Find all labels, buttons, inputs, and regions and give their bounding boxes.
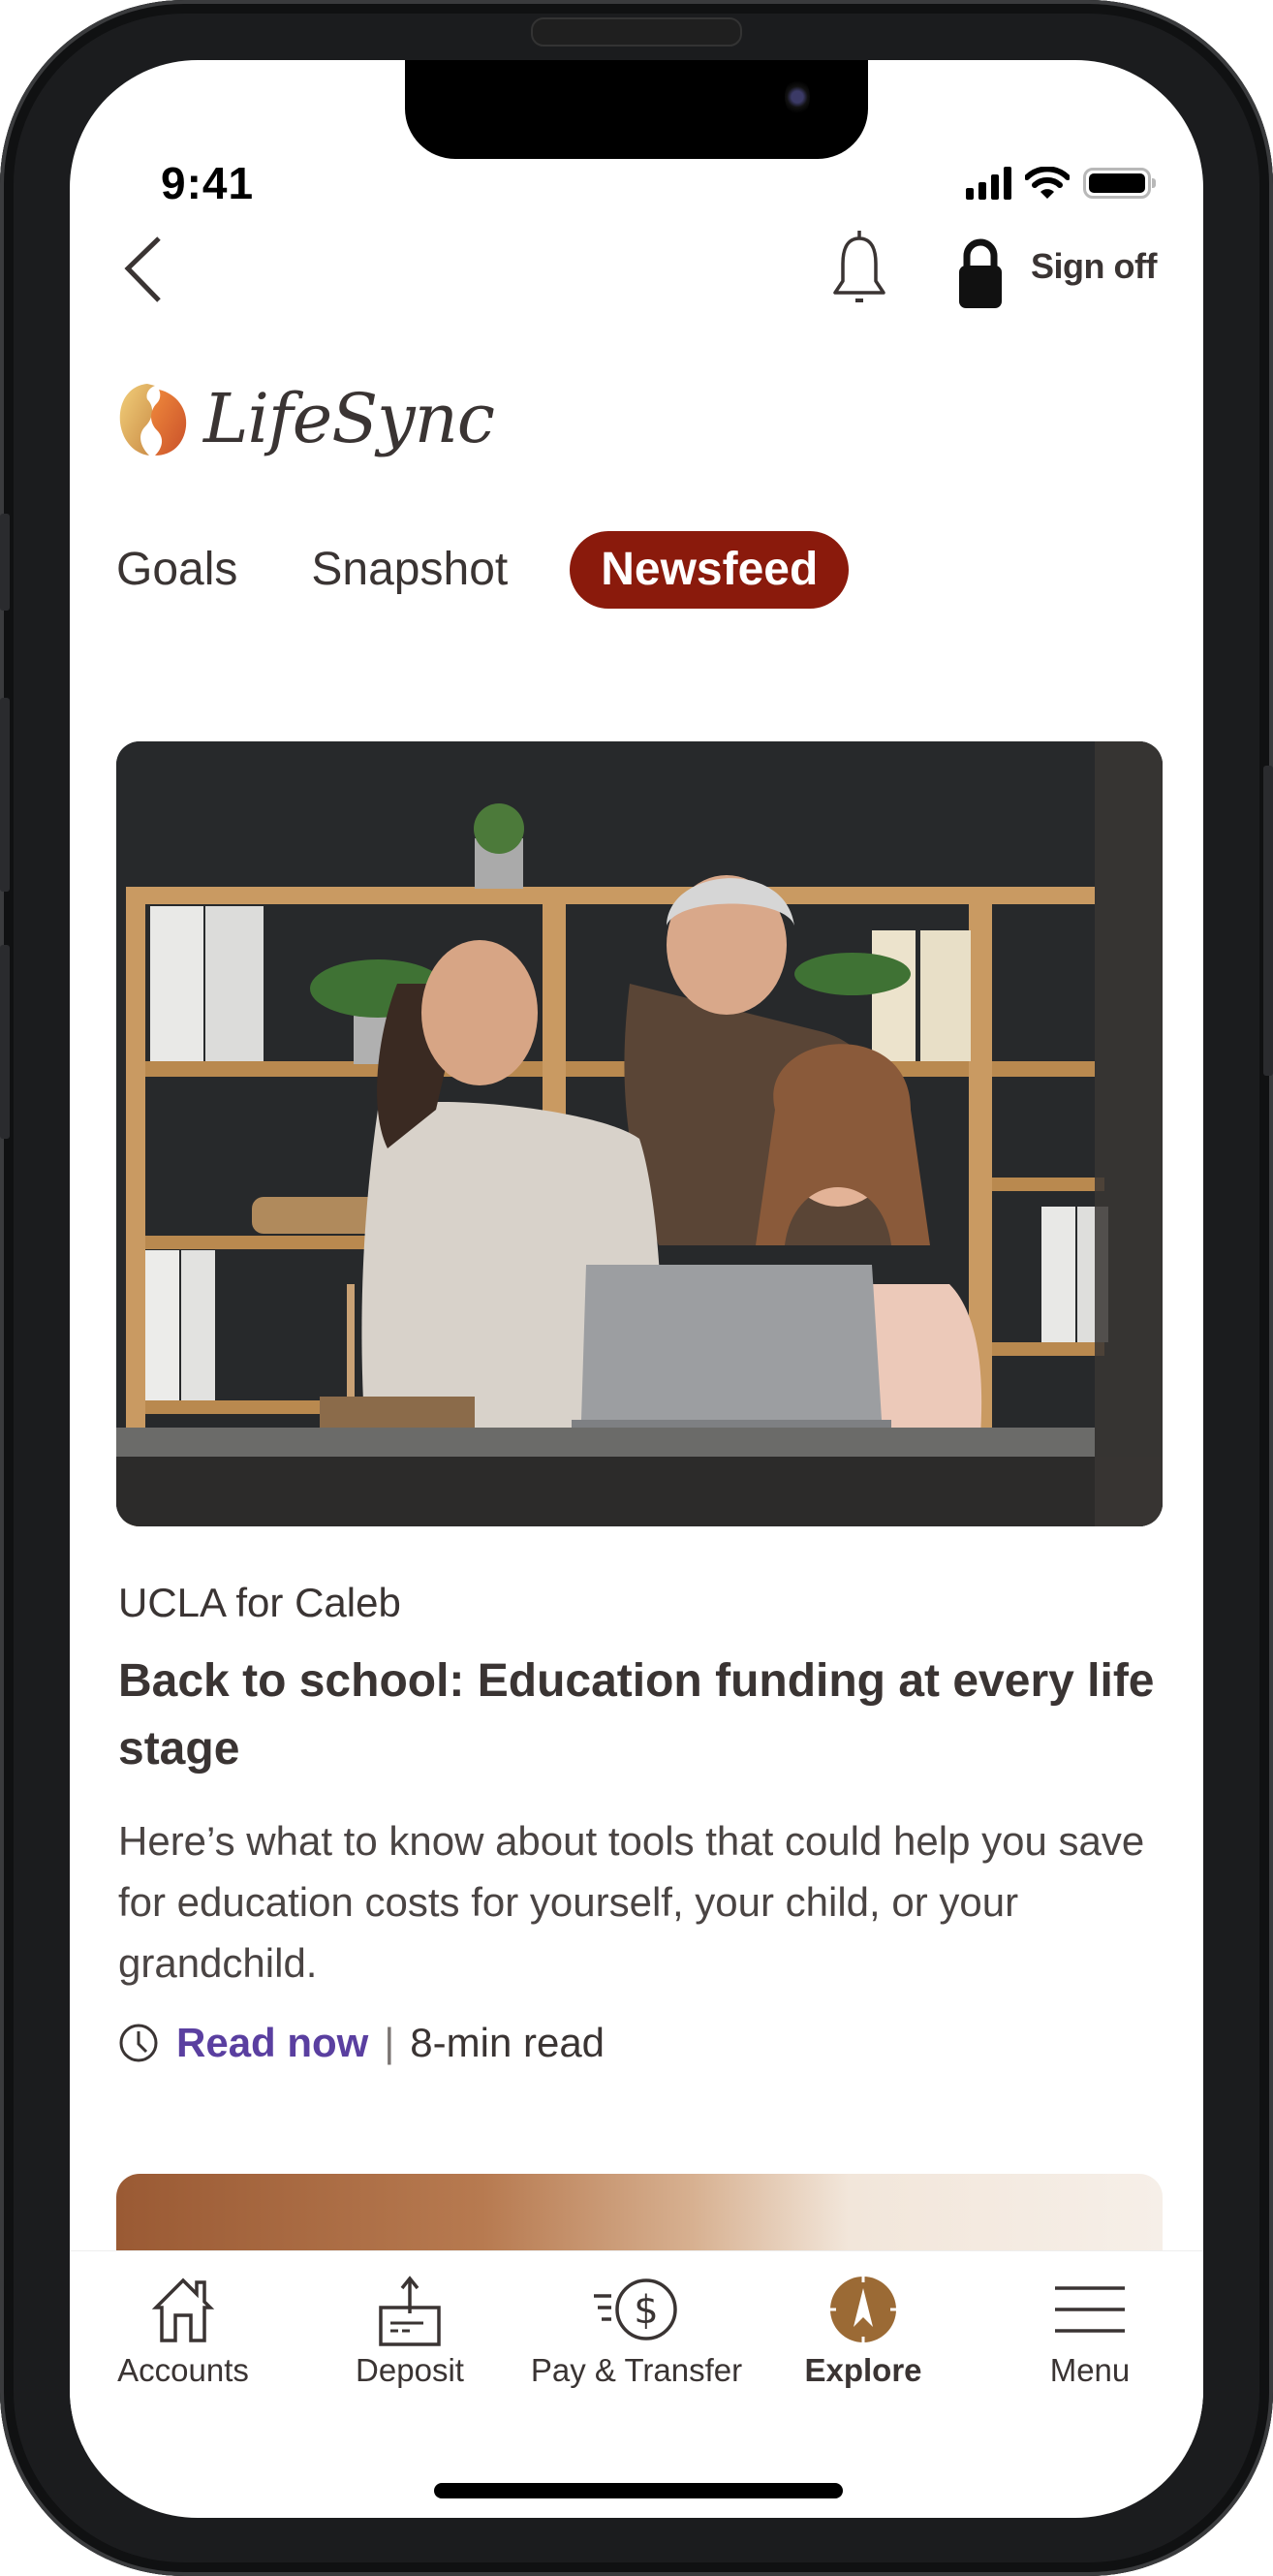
compass-icon	[830, 2277, 896, 2342]
phone-frame: 9:41 Sign off LifeSync Goals Snapshot Ne…	[0, 0, 1273, 2576]
wifi-icon	[1025, 167, 1070, 199]
nav-accounts[interactable]: Accounts	[70, 2251, 296, 2445]
power-button	[1263, 766, 1273, 1076]
sign-off-label[interactable]: Sign off	[1031, 246, 1157, 287]
lifesync-logo-icon	[119, 384, 187, 456]
nav-pay-transfer[interactable]: $ Pay & Transfer	[523, 2251, 750, 2445]
read-now-link[interactable]: Read now	[176, 2020, 368, 2066]
nav-menu-label: Menu	[1049, 2352, 1131, 2388]
tab-goals[interactable]: Goals	[116, 531, 237, 609]
volume-up-button	[0, 698, 10, 892]
tab-newsfeed[interactable]: Newsfeed	[570, 531, 850, 609]
volume-down-button	[0, 945, 10, 1139]
battery-icon	[1083, 168, 1156, 199]
sign-off-button[interactable]	[951, 233, 1009, 312]
nav-deposit[interactable]: Deposit	[296, 2251, 523, 2445]
article-meta: Read now | 8-min read	[118, 2020, 605, 2066]
article-photo	[116, 741, 1163, 1526]
nav-deposit-label: Deposit	[356, 2352, 464, 2388]
read-time: 8-min read	[410, 2020, 605, 2065]
brand-name: LifeSync	[203, 379, 495, 458]
tab-bar: Goals Snapshot Newsfeed	[116, 531, 922, 609]
next-article-image[interactable]	[116, 2174, 1163, 2251]
article-eyebrow: UCLA for Caleb	[118, 1580, 401, 1625]
lock-icon	[959, 238, 1002, 308]
cellular-signal-icon	[966, 167, 1011, 200]
silent-switch	[0, 514, 10, 611]
top-bar: Sign off	[70, 225, 1203, 322]
deposit-icon	[379, 2276, 441, 2346]
notch	[405, 60, 868, 159]
bell-icon	[833, 231, 885, 302]
bottom-nav: Accounts Deposit $ Pay & Transfer Explor…	[70, 2250, 1203, 2445]
brand-logo: LifeSync	[116, 375, 495, 462]
nav-explore-label: Explore	[804, 2352, 922, 2388]
svg-text:$: $	[634, 2288, 658, 2333]
home-indicator[interactable]	[434, 2483, 843, 2498]
article-image[interactable]	[116, 741, 1163, 1526]
nav-accounts-label: Accounts	[117, 2352, 249, 2388]
clock-icon	[119, 2024, 158, 2062]
house-icon	[151, 2278, 215, 2342]
chevron-left-icon	[124, 236, 161, 302]
tab-snapshot[interactable]: Snapshot	[311, 531, 508, 609]
article-description: Here’s what to know about tools that cou…	[118, 1818, 1145, 1986]
meta-separator: |	[384, 2020, 395, 2065]
status-icons	[966, 167, 1156, 200]
article-title[interactable]: Back to school: Education funding at eve…	[118, 1648, 1155, 1783]
screen: 9:41 Sign off LifeSync Goals Snapshot Ne…	[70, 60, 1203, 2518]
back-button[interactable]	[116, 225, 174, 312]
dollar-transfer-icon: $	[594, 2278, 677, 2340]
nav-menu[interactable]: Menu	[977, 2251, 1203, 2445]
earpiece-speaker	[531, 17, 742, 47]
hamburger-icon	[1055, 2286, 1125, 2333]
nav-explore[interactable]: Explore	[750, 2251, 977, 2445]
status-time: 9:41	[161, 158, 255, 208]
nav-pay-transfer-label: Pay & Transfer	[530, 2352, 743, 2388]
notifications-button[interactable]	[825, 225, 893, 312]
front-camera	[785, 78, 810, 116]
